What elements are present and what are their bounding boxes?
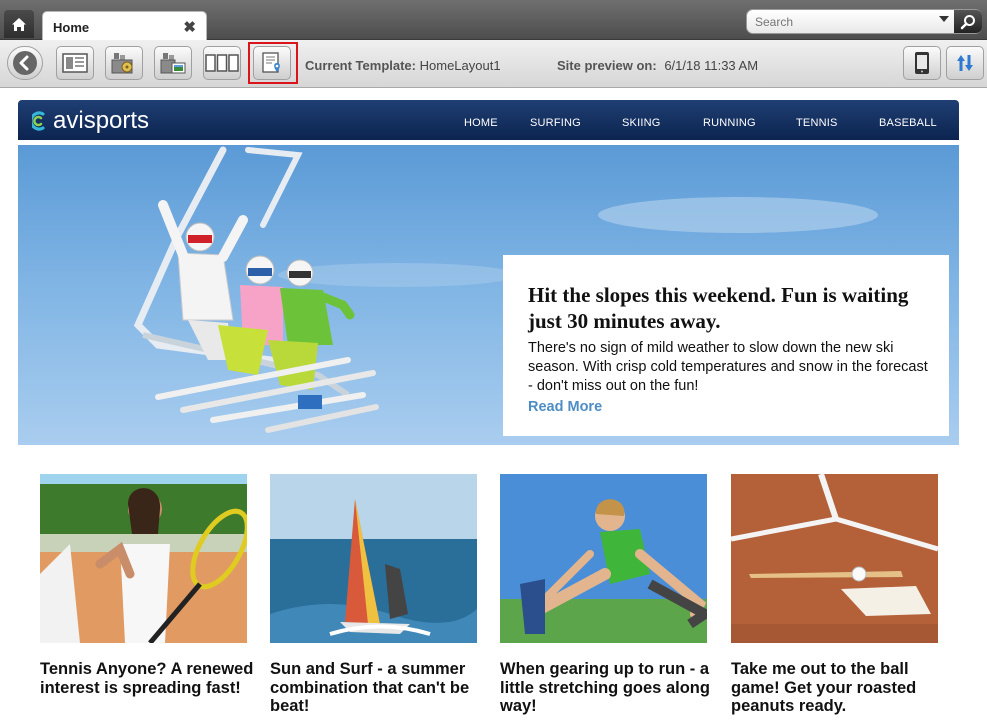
home-button[interactable] bbox=[4, 10, 34, 38]
preview-info: Site preview on: 6/1/18 11:33 AM bbox=[557, 58, 758, 73]
hero-banner: Hit the slopes this weekend. Fun is wait… bbox=[18, 145, 959, 445]
read-more-link[interactable]: Read More bbox=[528, 399, 602, 415]
nav-home[interactable]: HOME bbox=[464, 117, 498, 129]
tab-label: Home bbox=[53, 20, 90, 35]
card-title: Sun and Surf - a summer combination that… bbox=[270, 660, 470, 715]
layout-icon bbox=[205, 54, 239, 72]
template-info: Current Template: HomeLayout1 bbox=[305, 58, 501, 73]
layout-button[interactable] bbox=[203, 46, 241, 80]
refresh-sync-icon bbox=[957, 55, 973, 71]
logo-text-avi: avi bbox=[53, 107, 84, 134]
chevron-down-icon[interactable] bbox=[939, 16, 949, 22]
logo-text-sports: sports bbox=[83, 107, 150, 134]
site-logo[interactable]: avi sports bbox=[32, 107, 149, 135]
hero-card: Hit the slopes this weekend. Fun is wait… bbox=[503, 255, 949, 436]
template-label: Current Template: bbox=[305, 58, 416, 73]
tennis-photo bbox=[40, 474, 247, 643]
card-title: When gearing up to run - a little stretc… bbox=[500, 660, 710, 715]
hero-body: There's no sign of mild weather to slow … bbox=[528, 340, 928, 394]
runner-stretching-photo bbox=[500, 474, 707, 643]
hero-title: Hit the slopes this weekend. Fun is wait… bbox=[528, 283, 909, 333]
preview-value: 6/1/18 11:33 AM bbox=[664, 58, 759, 73]
refresh-button[interactable] bbox=[946, 46, 984, 80]
search-button[interactable] bbox=[954, 10, 982, 33]
content-palette-button[interactable] bbox=[105, 46, 143, 80]
page-list-button[interactable] bbox=[56, 46, 94, 80]
content-palette-icon bbox=[111, 53, 133, 74]
windsurf-photo bbox=[270, 474, 477, 643]
nav-tennis[interactable]: TENNIS bbox=[796, 117, 838, 129]
nav-surfing[interactable]: SURFING bbox=[530, 117, 581, 129]
site-header: avi sports HOME SURFING SKIING RUNNING TE… bbox=[18, 100, 959, 140]
page-list-icon bbox=[62, 53, 88, 73]
mobile-icon bbox=[915, 52, 929, 74]
image-palette-icon bbox=[160, 53, 186, 74]
mobile-preview-button[interactable] bbox=[903, 46, 941, 80]
preview-label: Site preview on: bbox=[557, 58, 657, 73]
search-box bbox=[746, 9, 982, 34]
toolbar: Current Template: HomeLayout1 Site previ… bbox=[0, 40, 987, 88]
image-palette-button[interactable] bbox=[154, 46, 192, 80]
search-icon bbox=[960, 14, 975, 29]
back-icon bbox=[13, 51, 37, 75]
tab-bar: Home ✖ bbox=[0, 0, 987, 40]
search-input[interactable] bbox=[755, 13, 935, 31]
nav-running[interactable]: RUNNING bbox=[703, 117, 756, 129]
card-title: Tennis Anyone? A renewed interest is spr… bbox=[40, 660, 254, 697]
tab-home[interactable]: Home ✖ bbox=[42, 11, 207, 40]
logo-mark-icon bbox=[32, 111, 45, 131]
back-button[interactable] bbox=[7, 46, 43, 80]
template-value: HomeLayout1 bbox=[419, 58, 501, 73]
card-title: Take me out to the ball game! Get your r… bbox=[731, 660, 917, 715]
selected-button-highlight bbox=[248, 42, 298, 84]
nav-baseball[interactable]: BASEBALL bbox=[879, 117, 937, 129]
close-icon[interactable]: ✖ bbox=[183, 18, 196, 36]
home-icon bbox=[12, 17, 26, 31]
baseball-photo bbox=[731, 474, 938, 643]
nav-skiing[interactable]: SKIING bbox=[622, 117, 661, 129]
